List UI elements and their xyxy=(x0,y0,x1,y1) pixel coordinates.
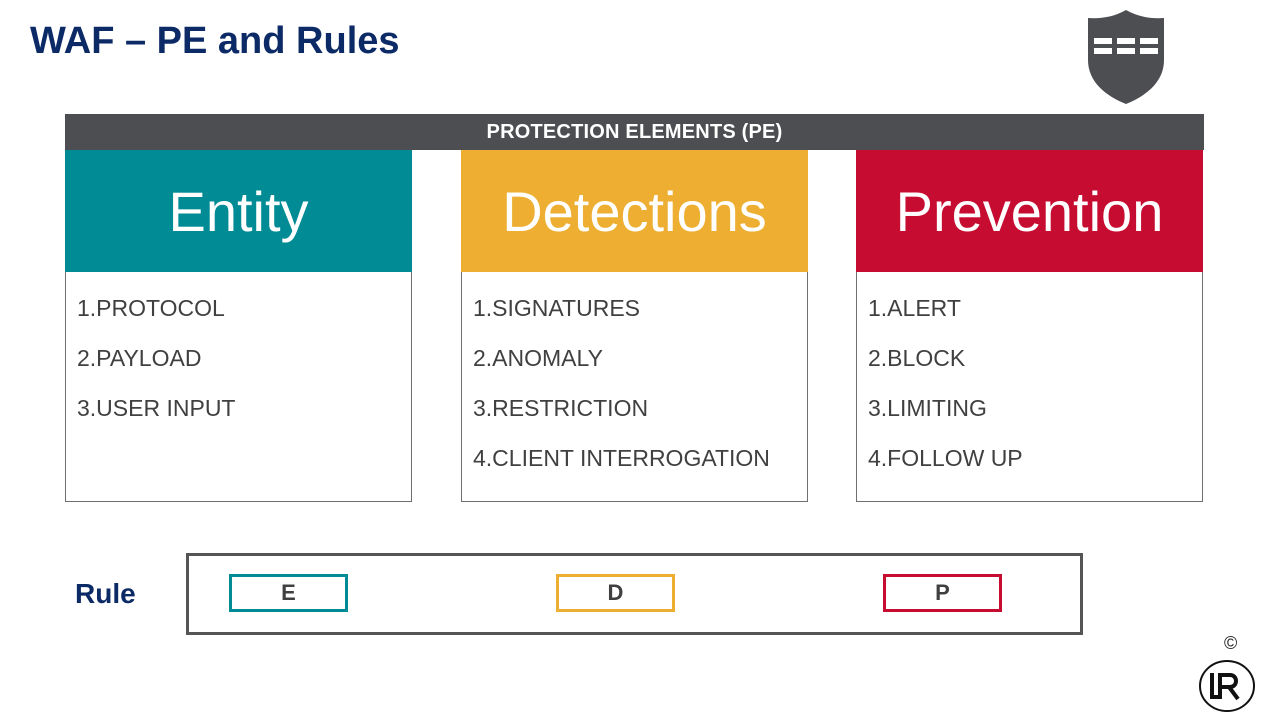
prevention-list: 1.ALERT 2.BLOCK 3.LIMITING 4.FOLLOW UP xyxy=(857,272,1202,492)
entity-heading: Entity xyxy=(65,150,412,272)
list-item: 3.USER INPUT xyxy=(77,395,236,421)
list-item: 1.ALERT xyxy=(868,295,961,321)
list-item: 4.CLIENT INTERROGATION xyxy=(473,445,770,471)
list-item: 3.RESTRICTION xyxy=(473,395,649,421)
slide: WAF – PE and Rules PROTECTION ELEMENTS (… xyxy=(0,0,1280,720)
list-item: 2.PAYLOAD xyxy=(77,345,202,371)
entity-list-box: 1.PROTOCOL 2.PAYLOAD 3.USER INPUT xyxy=(65,272,412,502)
shield-icon xyxy=(1088,10,1164,104)
detections-list-box: 1.SIGNATURES 2.ANOMALY 3.RESTRICTION 4.C… xyxy=(461,272,808,502)
list-item: 1.PROTOCOL xyxy=(77,295,225,321)
list-item: 2.ANOMALY xyxy=(473,345,603,371)
list-item: 4.FOLLOW UP xyxy=(868,445,1023,471)
entity-list: 1.PROTOCOL 2.PAYLOAD 3.USER INPUT xyxy=(66,272,411,442)
detections-list: 1.SIGNATURES 2.ANOMALY 3.RESTRICTION 4.C… xyxy=(462,272,807,492)
list-item: 3.LIMITING xyxy=(868,395,987,421)
rule-cell-detection: D xyxy=(556,574,675,612)
prevention-list-box: 1.ALERT 2.BLOCK 3.LIMITING 4.FOLLOW UP xyxy=(856,272,1203,502)
prevention-heading: Prevention xyxy=(856,150,1203,272)
lr-logo-icon xyxy=(1199,660,1255,712)
detections-heading: Detections xyxy=(461,150,808,272)
list-item: 1.SIGNATURES xyxy=(473,295,640,321)
rule-cell-prevention: P xyxy=(883,574,1002,612)
rule-label: Rule xyxy=(75,578,136,609)
protection-elements-header: PROTECTION ELEMENTS (PE) xyxy=(65,114,1204,150)
rule-cell-entity: E xyxy=(229,574,348,612)
copyright-symbol: © xyxy=(1224,633,1238,653)
page-title: WAF – PE and Rules xyxy=(30,20,400,62)
list-item: 2.BLOCK xyxy=(868,345,966,371)
